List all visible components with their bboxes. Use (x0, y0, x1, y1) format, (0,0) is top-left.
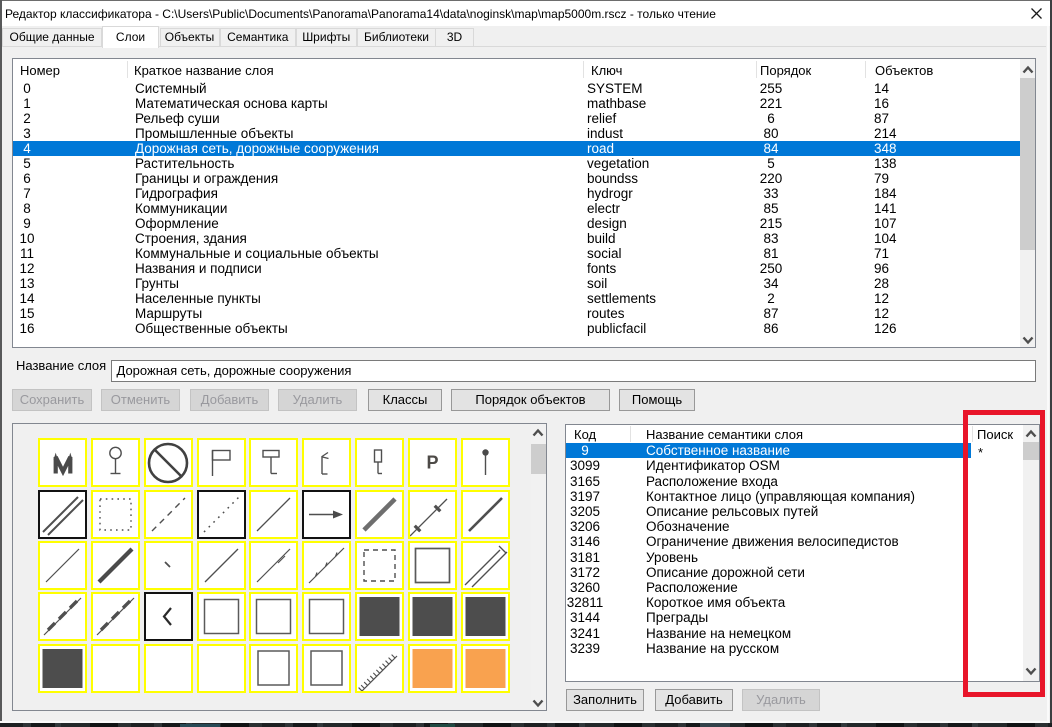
svg-text:P: P (426, 453, 438, 473)
